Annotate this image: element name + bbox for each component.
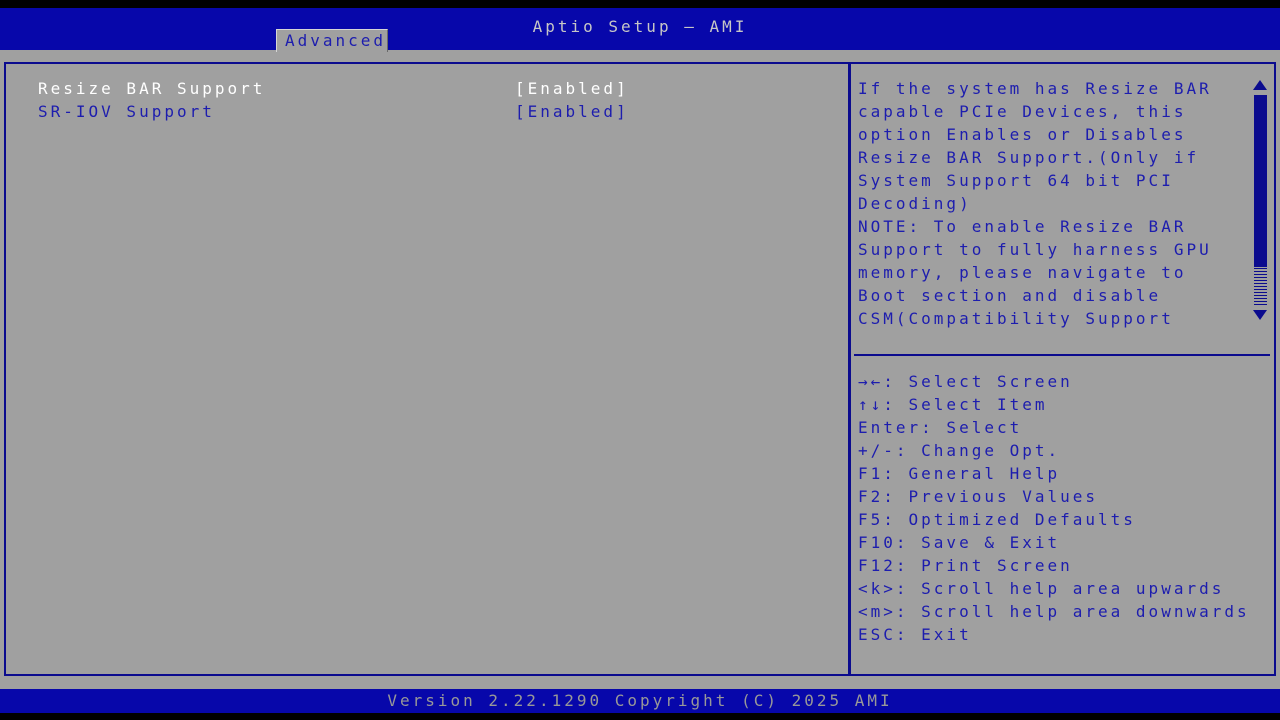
key-legend-line: Enter: Select xyxy=(858,418,1023,437)
key-legend: →←: Select Screen ↑↓: Select Item Enter:… xyxy=(858,370,1268,646)
option-label: Resize BAR Support xyxy=(38,79,266,98)
option-row[interactable]: SR-IOV Support [Enabled] xyxy=(38,100,818,123)
key-legend-line: F12: Print Screen xyxy=(858,556,1073,575)
bios-setup-screen: Aptio Setup – AMI Advanced Resize BAR Su… xyxy=(0,0,1280,720)
key-legend-line: <m>: Scroll help area downwards xyxy=(858,602,1250,621)
scrollbar-up-icon[interactable] xyxy=(1253,80,1267,90)
help-text-line: memory, please navigate to xyxy=(858,263,1187,282)
scrollbar-thumb[interactable] xyxy=(1253,95,1267,267)
option-value: [Enabled] xyxy=(515,79,629,98)
help-text-line: Boot section and disable xyxy=(858,286,1162,305)
help-text-line: option Enables or Disables xyxy=(858,125,1187,144)
help-text-line: If the system has Resize BAR xyxy=(858,79,1212,98)
key-legend-line: →←: Select Screen xyxy=(858,372,1073,391)
tab-advanced[interactable]: Advanced xyxy=(276,29,388,52)
help-text-line: NOTE: To enable Resize BAR xyxy=(858,217,1187,236)
options-list: Resize BAR Support [Enabled] SR-IOV Supp… xyxy=(38,77,818,123)
help-legend-divider xyxy=(854,354,1270,356)
main-panel: Resize BAR Support [Enabled] SR-IOV Supp… xyxy=(4,62,1276,676)
key-legend-line: ESC: Exit xyxy=(858,625,972,644)
option-label: SR-IOV Support xyxy=(38,102,215,121)
scrollbar-down-icon[interactable] xyxy=(1253,310,1267,320)
help-text-line: Resize BAR Support.(Only if xyxy=(858,148,1200,167)
scrollbar-track-hatch[interactable] xyxy=(1253,267,1267,305)
header-bar: Aptio Setup – AMI xyxy=(0,8,1280,50)
help-text-line: Decoding) xyxy=(858,194,972,213)
help-scrollbar[interactable] xyxy=(1252,80,1268,320)
help-text-line: Support to fully harness GPU xyxy=(858,240,1212,259)
help-text-panel: If the system has Resize BAR capable PCI… xyxy=(858,77,1250,330)
help-text-line: CSM(Compatibility Support xyxy=(858,309,1174,328)
key-legend-line: ↑↓: Select Item xyxy=(858,395,1048,414)
option-row[interactable]: Resize BAR Support [Enabled] xyxy=(38,77,818,100)
help-text-line: System Support 64 bit PCI xyxy=(858,171,1174,190)
key-legend-line: F2: Previous Values xyxy=(858,487,1099,506)
key-legend-line: F10: Save & Exit xyxy=(858,533,1061,552)
key-legend-line: <k>: Scroll help area upwards xyxy=(858,579,1225,598)
page-title: Aptio Setup – AMI xyxy=(532,17,748,36)
panel-divider-vertical xyxy=(848,64,851,674)
version-bar: Version 2.22.1290 Copyright (C) 2025 AMI xyxy=(0,689,1280,713)
help-text-line: capable PCIe Devices, this xyxy=(858,102,1187,121)
key-legend-line: +/-: Change Opt. xyxy=(858,441,1061,460)
key-legend-line: F1: General Help xyxy=(858,464,1061,483)
option-value: [Enabled] xyxy=(515,102,629,121)
key-legend-line: F5: Optimized Defaults xyxy=(858,510,1136,529)
